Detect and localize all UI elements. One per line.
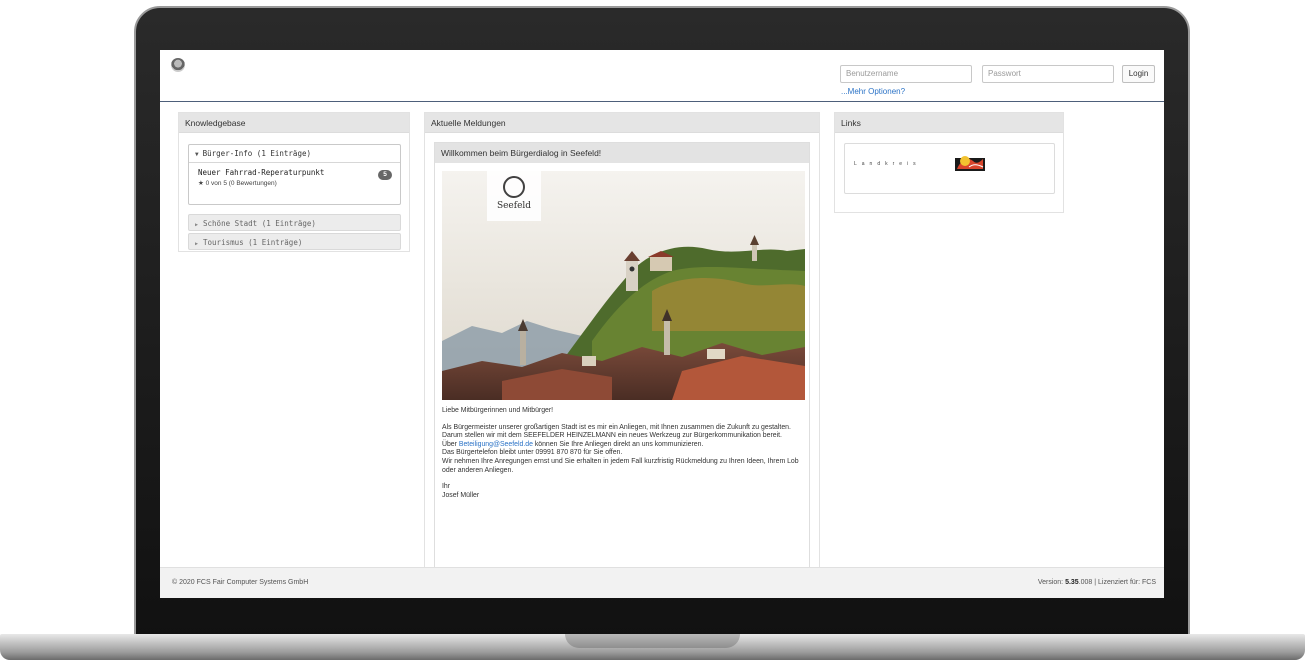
top-header: Benutzername Passwort Login ...Mehr Opti…	[160, 50, 1164, 102]
landkreis-link[interactable]: Landkreis	[844, 143, 1055, 194]
landkreis-text: Landkreis	[854, 161, 921, 167]
email-link[interactable]: Beteiligung@Seefeld.de	[459, 441, 533, 448]
seefeld-logo-icon[interactable]	[171, 58, 185, 72]
image-logo-card: Seefeld	[487, 171, 541, 221]
caret-right-icon: ▶	[195, 222, 199, 228]
category-tourismus[interactable]: ▶ Tourismus (1 Einträge)	[188, 233, 401, 250]
news-panel-title: Aktuelle Meldungen	[425, 113, 819, 133]
caret-down-icon: ▼	[195, 151, 199, 158]
news-image: Seefeld	[442, 171, 805, 400]
page-footer: © 2020 FCS Fair Computer Systems GmbH Ve…	[160, 567, 1164, 598]
news-panel: Aktuelle Meldungen Willkommen beim Bürge…	[424, 112, 820, 598]
category-label: Bürger-Info (1 Einträge)	[202, 149, 311, 158]
category-buerger-info: ▼ Bürger-Info (1 Einträge) Neuer Fahrrad-…	[188, 144, 401, 205]
news-item-title: Willkommen beim Bürgerdialog in Seefeld!	[435, 143, 809, 163]
category-label: Tourismus (1 Einträge)	[203, 238, 303, 247]
news-greeting: Liebe Mitbürgerinnen und Mitbürger!	[442, 407, 554, 414]
version-number: 5.35	[1065, 579, 1079, 586]
laptop-mockup: Benutzername Passwort Login ...Mehr Opti…	[0, 0, 1305, 671]
seefeld-crest-icon	[503, 176, 525, 198]
text: können Sie Ihre Anliegen direkt an uns k…	[532, 440, 704, 448]
category-schoene-stadt[interactable]: ▶ Schöne Stadt (1 Einträge)	[188, 214, 401, 231]
more-options-link[interactable]: ...Mehr Optionen?	[841, 87, 905, 96]
kb-entry-rating: ★ 0 von 5 (0 Bewertungen)	[198, 180, 277, 187]
links-title: Links	[835, 113, 1063, 133]
caret-right-icon: ▶	[195, 241, 199, 247]
knowledgebase-panel: Knowledgebase ▼ Bürger-Info (1 Einträge) …	[178, 112, 410, 252]
version-label: Version:	[1037, 579, 1066, 586]
text: Über	[442, 440, 459, 448]
news-item: Willkommen beim Bürgerdialog in Seefeld!	[434, 142, 810, 598]
category-label: Schöne Stadt (1 Einträge)	[203, 219, 316, 228]
copyright-text: © 2020 FCS Fair Computer Systems GmbH	[172, 579, 309, 586]
kb-entry-badge: 5	[378, 170, 392, 180]
signature-name: Josef Müller	[442, 491, 480, 499]
password-input[interactable]: Passwort	[982, 65, 1114, 83]
news-paragraph: Als Bürgermeister unserer großartigen St…	[442, 423, 791, 440]
links-panel: Links Landkreis	[834, 112, 1064, 213]
category-header-open[interactable]: ▼ Bürger-Info (1 Einträge)	[189, 145, 400, 163]
kb-entry[interactable]: Neuer Fahrrad-Reperaturpunkt ★ 0 von 5 (…	[189, 163, 400, 192]
version-rest: .008 | Lizenziert für: FCS	[1078, 579, 1156, 586]
news-email-line: Über Beteiligung@Seefeld.de können Sie I…	[442, 441, 804, 450]
signature-prefix: Ihr	[442, 483, 451, 491]
news-phone-line: Das Bürgertelefon bleibt unter 09991 870…	[442, 449, 623, 457]
news-paragraph-2: Wir nehmen Ihre Anregungen ernst und Sie…	[442, 457, 799, 474]
username-input[interactable]: Benutzername	[840, 65, 972, 83]
app-screen: Benutzername Passwort Login ...Mehr Opti…	[160, 50, 1164, 598]
version-text: Version: 5.35.008 | Lizenziert für: FCS	[1038, 579, 1156, 586]
laptop-notch	[565, 634, 740, 648]
login-button[interactable]: Login	[1122, 65, 1155, 83]
image-logo-text: Seefeld	[496, 201, 532, 211]
knowledgebase-title: Knowledgebase	[179, 113, 409, 133]
news-body: Liebe Mitbürgerinnen und Mitbürger! Als …	[442, 407, 804, 500]
landkreis-logo-icon	[955, 156, 985, 171]
kb-entry-title[interactable]: Neuer Fahrrad-Reperaturpunkt	[198, 168, 391, 177]
